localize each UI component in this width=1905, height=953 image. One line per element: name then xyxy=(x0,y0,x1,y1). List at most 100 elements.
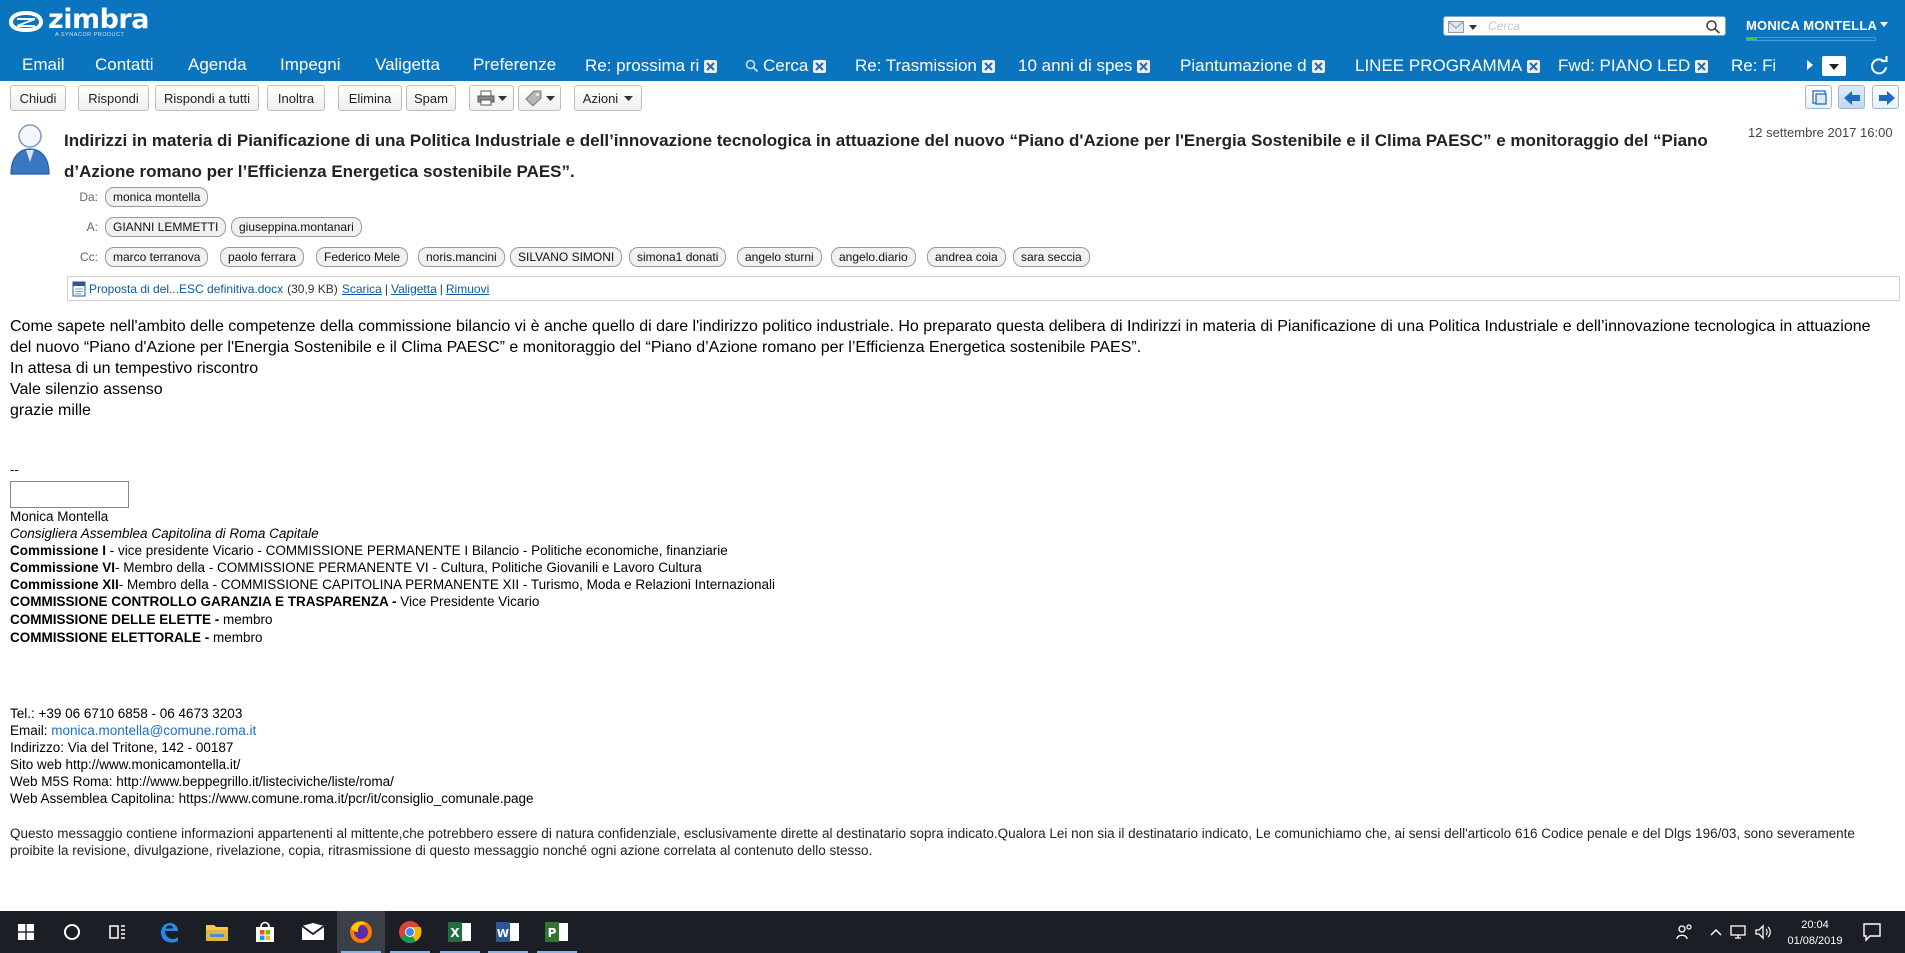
volume-icon[interactable] xyxy=(1754,924,1772,940)
tab-piantumazione[interactable]: Piantumazione d xyxy=(1180,55,1325,77)
search-icon[interactable] xyxy=(1705,19,1721,34)
arrow-left-icon xyxy=(1844,91,1860,105)
nav-preferenze[interactable]: Preferenze xyxy=(473,55,556,75)
chevron-up-icon[interactable] xyxy=(1710,928,1722,936)
signature-image-placeholder xyxy=(10,481,129,508)
taskbar-excel[interactable]: X xyxy=(436,911,484,953)
edge-browser-icon xyxy=(161,923,178,943)
tab-linee-programma[interactable]: LINEE PROGRAMMA xyxy=(1355,55,1541,77)
close-icon[interactable] xyxy=(981,59,995,73)
contact-email-link[interactable]: monica.montella@comune.roma.it xyxy=(51,723,256,738)
refresh-icon[interactable] xyxy=(1868,55,1890,77)
reply-all-button[interactable]: Rispondi a tutti xyxy=(155,85,259,111)
attachment-size: (30,9 KB) xyxy=(287,281,338,296)
reply-button[interactable]: Rispondi xyxy=(78,85,149,111)
close-icon[interactable] xyxy=(1137,59,1151,73)
tab-cerca[interactable]: Cerca xyxy=(745,55,827,77)
message-subject: Indirizzi in materia di Pianificazione d… xyxy=(64,131,1708,181)
print-button[interactable] xyxy=(469,85,514,111)
signature-line-text: - Membro della - COMMISSIONE CAPITOLINA … xyxy=(118,577,775,592)
cortana-search-button[interactable] xyxy=(48,911,96,953)
tab-re-prossima[interactable]: Re: prossima ri xyxy=(585,55,718,77)
tag-button[interactable] xyxy=(518,85,561,111)
close-icon[interactable] xyxy=(1311,59,1325,73)
nav-contatti[interactable]: Contatti xyxy=(95,55,154,75)
from-address-chip[interactable]: monica montella xyxy=(105,187,209,207)
cc-address-chip[interactable]: SILVANO SIMONI xyxy=(510,247,623,267)
attachment-name[interactable]: Proposta di del...ESC definitiva.docx xyxy=(89,282,283,296)
people-icon[interactable] xyxy=(1676,923,1694,941)
taskbar-edge[interactable] xyxy=(145,911,193,953)
delete-button[interactable]: Elimina xyxy=(338,85,402,111)
task-view-button[interactable] xyxy=(94,911,142,953)
attachment-remove-link[interactable]: Rimuovi xyxy=(446,282,489,296)
close-icon[interactable] xyxy=(1527,59,1541,73)
cc-address-chip[interactable]: angelo.diario xyxy=(831,247,916,267)
signature-line: Commissione XII- Membro della - COMMISSI… xyxy=(10,576,775,593)
user-menu-caret-icon[interactable] xyxy=(1880,22,1888,28)
cc-address-chip[interactable]: simona1 donati xyxy=(629,247,727,267)
word-icon: W xyxy=(496,922,519,942)
cc-address-chip[interactable]: angelo sturni xyxy=(737,247,822,267)
signature-line-text: membro xyxy=(209,630,263,645)
taskbar-store[interactable] xyxy=(241,911,289,953)
close-button[interactable]: Chiudi xyxy=(10,85,66,111)
chevron-down-icon xyxy=(1469,24,1477,30)
tab-re-trasmission[interactable]: Re: Trasmission xyxy=(855,55,995,77)
tab-10-anni[interactable]: 10 anni di spes xyxy=(1018,55,1151,77)
close-icon[interactable] xyxy=(1695,59,1709,73)
to-address-chip[interactable]: giuseppina.montanari xyxy=(231,217,362,237)
taskbar-mail[interactable] xyxy=(289,911,337,953)
previous-message-button[interactable] xyxy=(1838,85,1865,109)
detach-window-icon xyxy=(1812,90,1827,105)
close-icon[interactable] xyxy=(704,59,718,73)
to-address-chip[interactable]: GIANNI LEMMETTI xyxy=(105,217,227,237)
nav-agenda[interactable]: Agenda xyxy=(188,55,247,75)
zimbra-logo[interactable]: zimbra A SYNACOR PRODUCT xyxy=(6,6,149,38)
open-in-window-button[interactable] xyxy=(1805,85,1832,109)
tab-label: Re: prossima ri xyxy=(585,56,700,75)
spam-button[interactable]: Spam xyxy=(406,85,456,111)
cc-address-chip[interactable]: sara seccia xyxy=(1013,247,1090,267)
taskbar-firefox[interactable] xyxy=(337,911,385,953)
quota-bar xyxy=(1746,37,1876,41)
taskbar-clock[interactable]: 20:04 01/08/2019 xyxy=(1787,917,1843,949)
user-menu[interactable]: MONICA MONTELLA xyxy=(1746,18,1877,33)
taskbar-file-explorer[interactable] xyxy=(193,911,241,953)
forward-button[interactable]: Inoltra xyxy=(267,85,325,111)
contact-email-line: Email: monica.montella@comune.roma.it xyxy=(10,722,534,739)
system-tray xyxy=(1676,911,1772,953)
cc-address-chip[interactable]: Federico Mele xyxy=(316,247,409,267)
cc-address-chip[interactable]: paolo ferrara xyxy=(220,247,305,267)
signature-line: COMMISSIONE CONTROLLO GARANZIA E TRASPAR… xyxy=(10,593,775,610)
actions-menu-button[interactable]: Azioni xyxy=(574,85,642,111)
tab-list-button[interactable] xyxy=(1822,56,1846,76)
nav-impegni[interactable]: Impegni xyxy=(280,55,340,75)
chevron-down-icon xyxy=(1829,64,1839,70)
network-icon[interactable] xyxy=(1730,924,1748,940)
taskbar-word[interactable]: W xyxy=(484,911,532,953)
tabs-scroll-right-icon[interactable] xyxy=(1806,60,1814,70)
tab-label: 10 anni di spes xyxy=(1018,56,1133,75)
signature-line: COMMISSIONE ELETTORALE - membro xyxy=(10,629,775,646)
cc-address-chip[interactable]: marco terranova xyxy=(105,247,209,267)
next-message-button[interactable] xyxy=(1872,85,1899,109)
sender-avatar-icon xyxy=(10,124,50,175)
nav-valigetta[interactable]: Valigetta xyxy=(375,55,440,75)
attachment-download-link[interactable]: Scarica xyxy=(342,282,382,296)
cc-address-chip[interactable]: noris.mancini xyxy=(418,247,505,267)
tab-fwd-piano-led[interactable]: Fwd: PIANO LED xyxy=(1558,55,1709,77)
close-icon[interactable] xyxy=(813,59,827,73)
start-button[interactable] xyxy=(2,911,50,953)
task-view-icon xyxy=(109,925,125,939)
nav-email[interactable]: Email xyxy=(22,55,65,75)
arrow-right-icon xyxy=(1879,91,1895,105)
search-type-dropdown[interactable] xyxy=(1448,19,1480,34)
taskbar-project[interactable]: P xyxy=(533,911,581,953)
attachment-briefcase-link[interactable]: Valigetta xyxy=(391,282,437,296)
action-center-icon[interactable] xyxy=(1862,922,1882,942)
tab-re-fi[interactable]: Re: Fi xyxy=(1731,55,1775,77)
taskbar-chrome[interactable] xyxy=(386,911,434,953)
search-input[interactable] xyxy=(1488,18,1693,34)
cc-address-chip[interactable]: andrea coia xyxy=(927,247,1006,267)
